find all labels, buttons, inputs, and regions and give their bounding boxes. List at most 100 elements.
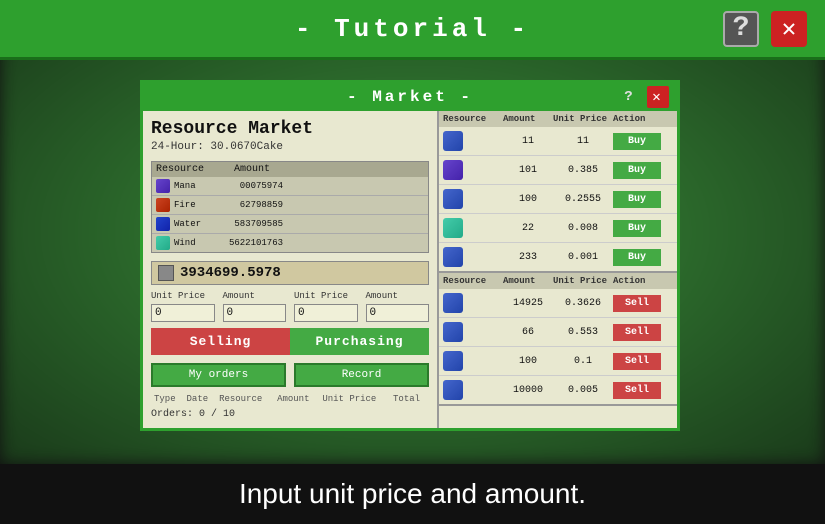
unit-price-group2: Unit Price: [294, 291, 358, 322]
price-cell: 0.553: [553, 327, 613, 338]
price-cell: 11: [553, 136, 613, 147]
list-item: Wind 5622101763: [152, 234, 428, 252]
unit-price-group: Unit Price: [151, 291, 215, 322]
orders-buttons: My orders Record: [151, 363, 429, 387]
sell-button[interactable]: Sell: [613, 324, 661, 341]
buy-button[interactable]: Buy: [613, 220, 661, 237]
purchasing-button[interactable]: Purchasing: [290, 328, 429, 355]
sell-col-amount: Amount: [503, 276, 553, 286]
amount-input-right[interactable]: [366, 304, 430, 322]
orders-count: Orders: 0 / 10: [151, 409, 429, 420]
col-resource: Resource: [156, 164, 204, 175]
mana-icon: [156, 179, 170, 193]
table-row: 233 0.001 Buy: [439, 243, 677, 271]
amount-cell: 233: [503, 252, 553, 263]
fire-icon: [156, 198, 170, 212]
col-unit-price: Unit Price: [319, 393, 390, 405]
market-body: Resource Market 24-Hour: 30.0670Cake Res…: [143, 111, 677, 428]
record-button[interactable]: Record: [294, 363, 429, 387]
resource-icon: [443, 189, 463, 209]
hour-display: 24-Hour: 30.0670Cake: [151, 141, 429, 153]
tutorial-close-button[interactable]: ✕: [769, 9, 809, 49]
resource-icon: [443, 351, 463, 371]
resource-icon: [443, 247, 463, 267]
sell-button[interactable]: Sell: [613, 382, 661, 399]
action-buttons: Selling Purchasing: [151, 328, 429, 355]
buy-col-resource: Resource: [443, 114, 503, 124]
table-row: 100 0.1 Sell: [439, 347, 677, 376]
amount-cell: 10000: [503, 385, 553, 396]
instruction-bar: Input unit price and amount.: [0, 464, 825, 524]
sell-button[interactable]: Sell: [613, 353, 661, 370]
mana-amount: 00075974: [223, 181, 283, 191]
inputs-row: Unit Price Amount Unit Price Amount: [151, 291, 429, 322]
col-total: Total: [390, 393, 429, 405]
sell-section: Resource Amount Unit Price Action 14925 …: [439, 273, 677, 406]
table-row: 11 11 Buy: [439, 127, 677, 156]
buy-col-price: Unit Price: [553, 114, 613, 124]
col-resource: Resource: [216, 393, 274, 405]
col-date: Date: [184, 393, 217, 405]
amount-cell: 66: [503, 327, 553, 338]
orders-table: Type Date Resource Amount Unit Price Tot…: [151, 393, 429, 405]
unit-price-input2[interactable]: [294, 304, 358, 322]
market-close-button[interactable]: ✕: [647, 86, 669, 108]
sell-header: Resource Amount Unit Price Action: [439, 273, 677, 289]
fire-name: Fire: [174, 200, 219, 210]
sell-button[interactable]: Sell: [613, 295, 661, 312]
price-cell: 0.1: [553, 356, 613, 367]
resource-icon: [443, 131, 463, 151]
table-row: 100 0.2555 Buy: [439, 185, 677, 214]
buy-col-action: Action: [613, 114, 673, 124]
price-cell: 0.001: [553, 252, 613, 263]
resource-list: Resource Amount Mana 00075974 Fire 62798…: [151, 161, 429, 253]
sell-col-resource: Resource: [443, 276, 503, 286]
amount-cell: 11: [503, 136, 553, 147]
unit-price-input[interactable]: [151, 304, 215, 322]
list-item: Mana 00075974: [152, 177, 428, 196]
market-window: - Market - ? ✕ Resource Market 24-Hour: …: [140, 80, 680, 431]
my-orders-button[interactable]: My orders: [151, 363, 286, 387]
resource-icon: [443, 160, 463, 180]
amount-label-left: Amount: [223, 291, 287, 301]
market-title: - Market -: [347, 88, 473, 106]
resource-icon: [443, 218, 463, 238]
price-cell: 0.008: [553, 223, 613, 234]
table-row: 14925 0.3626 Sell: [439, 289, 677, 318]
instruction-text: Input unit price and amount.: [239, 478, 586, 510]
market-titlebar-icons: ? ✕: [619, 86, 669, 108]
market-titlebar: - Market - ? ✕: [143, 83, 677, 111]
table-row: 101 0.385 Buy: [439, 156, 677, 185]
wind-amount: 5622101763: [223, 238, 283, 248]
resource-icon: [443, 322, 463, 342]
amount-input-left[interactable]: [223, 304, 287, 322]
water-amount: 583709585: [223, 219, 283, 229]
resource-icon: [443, 293, 463, 313]
tutorial-header-icons: ? ✕: [721, 9, 809, 49]
col-amount: Amount: [234, 164, 270, 175]
tutorial-hint-button[interactable]: ?: [721, 9, 761, 49]
price-cell: 0.2555: [553, 194, 613, 205]
table-row: 66 0.553 Sell: [439, 318, 677, 347]
buy-button[interactable]: Buy: [613, 249, 661, 266]
wind-name: Wind: [174, 238, 219, 248]
market-hint-button[interactable]: ?: [619, 86, 641, 108]
amount-group-right: Amount: [366, 291, 430, 322]
buy-button[interactable]: Buy: [613, 162, 661, 179]
table-row: 22 0.008 Buy: [439, 214, 677, 243]
selling-button[interactable]: Selling: [151, 328, 290, 355]
balance-icon: [158, 265, 174, 281]
tutorial-title: - Tutorial -: [295, 14, 530, 44]
sell-col-action: Action: [613, 276, 673, 286]
unit-price-label: Unit Price: [151, 291, 215, 301]
balance-box: 3934699.5978: [151, 261, 429, 285]
amount-cell: 14925: [503, 298, 553, 309]
water-name: Water: [174, 219, 219, 229]
amount-label-right: Amount: [366, 291, 430, 301]
col-type: Type: [151, 393, 184, 405]
amount-cell: 100: [503, 356, 553, 367]
amount-cell: 22: [503, 223, 553, 234]
buy-button[interactable]: Buy: [613, 133, 661, 150]
fire-amount: 62798859: [223, 200, 283, 210]
buy-button[interactable]: Buy: [613, 191, 661, 208]
